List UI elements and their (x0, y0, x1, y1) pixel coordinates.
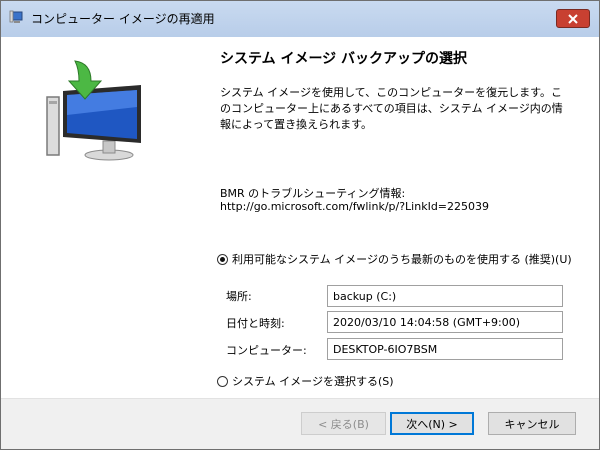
page-description: システム イメージを使用して、このコンピューターを復元します。このコンピューター… (220, 86, 563, 131)
button-bar: < 戻る(B) 次へ(N) > キャンセル (1, 398, 599, 449)
system-image-restore-icon (46, 60, 141, 161)
window-title: コンピューター イメージの再適用 (31, 12, 215, 26)
datetime-field: 2020/03/10 14:04:58 (GMT+9:00) (327, 311, 563, 333)
bmr-info-link[interactable]: http://go.microsoft.com/fwlink/p/?LinkId… (220, 200, 489, 213)
next-button[interactable]: 次へ(N) > (390, 412, 474, 435)
select-image-label[interactable]: システム イメージを選択する(S) (232, 373, 394, 389)
restore-wizard-window: コンピューター イメージの再適用 システム イメージ バックアップの選択 システ… (0, 0, 600, 450)
close-icon (568, 13, 578, 24)
computer-restore-icon (9, 10, 23, 23)
page-title: システム イメージ バックアップの選択 (220, 51, 468, 67)
cancel-button[interactable]: キャンセル (488, 412, 576, 435)
bmr-info-label: BMR のトラブルシューティング情報: (220, 187, 406, 200)
use-latest-image-radio[interactable]: 利用可能なシステム イメージのうち最新のものを使用する (推奨)(U) (217, 251, 572, 267)
title-bar[interactable]: コンピューター イメージの再適用 (1, 1, 599, 37)
computer-field: DESKTOP-6IO7BSM (327, 338, 563, 360)
back-button[interactable]: < 戻る(B) (301, 412, 386, 435)
radio-indicator-selected[interactable] (217, 253, 228, 265)
close-button[interactable] (556, 9, 590, 28)
use-latest-image-label[interactable]: 利用可能なシステム イメージのうち最新のものを使用する (推奨)(U) (232, 251, 572, 267)
select-image-radio[interactable]: システム イメージを選択する(S) (217, 373, 394, 389)
location-field: backup (C:) (327, 285, 563, 307)
datetime-label: 日付と時刻: (226, 317, 285, 330)
location-label: 場所: (226, 290, 252, 303)
radio-indicator[interactable] (217, 375, 228, 387)
computer-label: コンピューター: (226, 344, 307, 357)
